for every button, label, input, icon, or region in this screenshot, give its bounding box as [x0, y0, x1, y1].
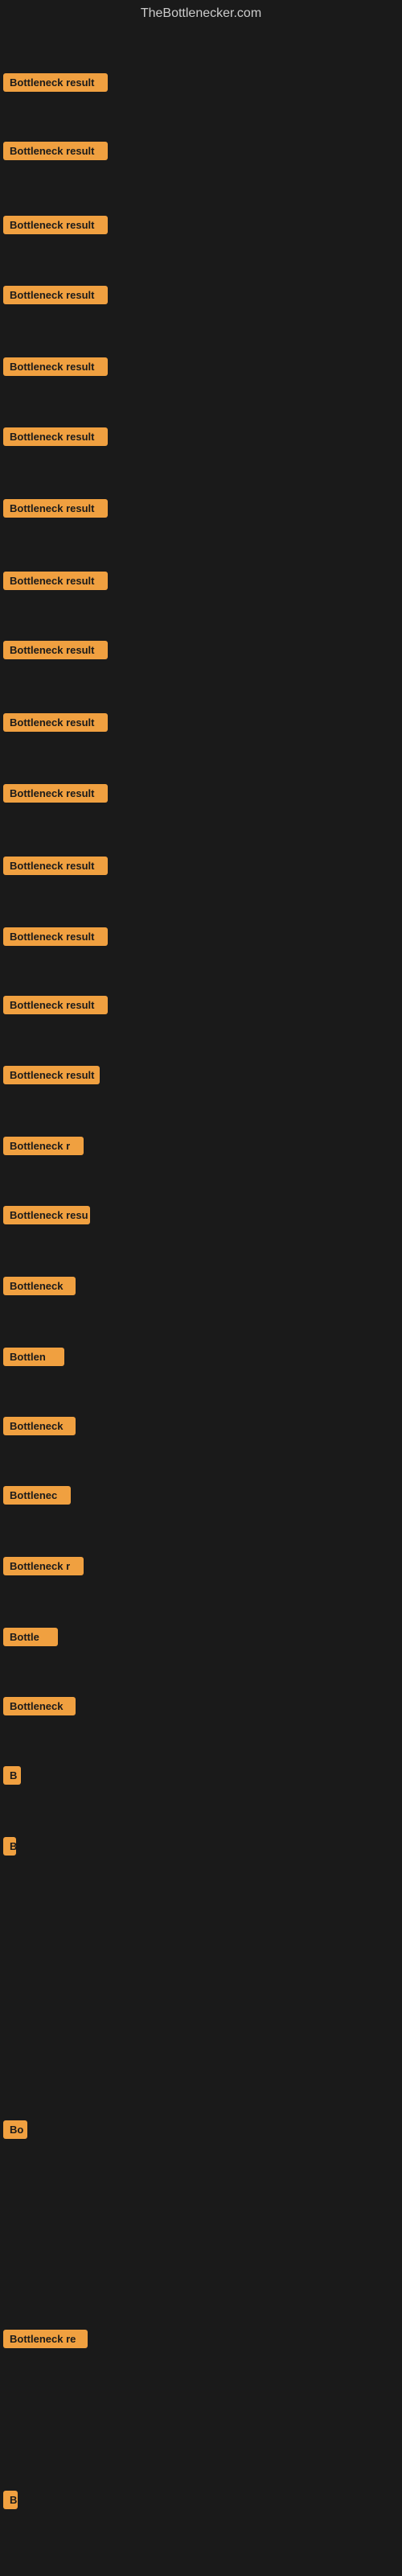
bottleneck-badge[interactable]: Bottleneck result — [3, 357, 108, 376]
result-row: Bottleneck result — [3, 927, 108, 950]
bottleneck-badge[interactable]: Bottleneck result — [3, 857, 108, 875]
result-row: B — [3, 1766, 21, 1789]
result-row: Bottle — [3, 1628, 58, 1650]
bottleneck-badge[interactable]: B — [3, 1766, 21, 1785]
result-row: Bottleneck result — [3, 286, 108, 308]
bottleneck-badge[interactable]: Bottleneck re — [3, 2330, 88, 2348]
bottleneck-badge[interactable]: Bottleneck result — [3, 641, 108, 659]
bottleneck-badge[interactable]: Bottle — [3, 1628, 58, 1646]
bottleneck-badge[interactable]: B — [3, 1837, 16, 1856]
result-row: Bottleneck result — [3, 73, 108, 96]
bottleneck-badge[interactable]: Bottleneck result — [3, 572, 108, 590]
result-row: B — [3, 1837, 16, 1860]
bottleneck-badge[interactable]: Bottlen — [3, 1348, 64, 1366]
bottleneck-badge[interactable]: Bottleneck r — [3, 1557, 84, 1575]
bottleneck-badge[interactable]: Bottleneck — [3, 1417, 76, 1435]
bottleneck-badge[interactable]: Bottleneck result — [3, 784, 108, 803]
result-row: Bottleneck result — [3, 1066, 100, 1088]
bottleneck-badge[interactable]: Bottleneck r — [3, 1137, 84, 1155]
bottleneck-badge[interactable]: Bottleneck result — [3, 499, 108, 518]
bottleneck-badge[interactable]: Bottleneck result — [3, 996, 108, 1014]
bottleneck-badge[interactable]: Bottleneck result — [3, 427, 108, 446]
result-row: Bottleneck result — [3, 857, 108, 879]
bottleneck-badge[interactable]: Bottleneck — [3, 1697, 76, 1715]
bottleneck-badge[interactable]: Bo — [3, 2120, 27, 2139]
result-row: Bottleneck r — [3, 1137, 84, 1159]
bottleneck-badge[interactable]: Bottleneck result — [3, 1066, 100, 1084]
result-row: Bottleneck result — [3, 357, 108, 380]
result-row: B — [3, 2491, 18, 2513]
result-row: Bottleneck result — [3, 713, 108, 736]
result-row: Bottleneck — [3, 1417, 76, 1439]
bottleneck-badge[interactable]: Bottleneck result — [3, 927, 108, 946]
result-row: Bottleneck result — [3, 572, 108, 594]
result-row: Bottleneck result — [3, 499, 108, 522]
result-row: Bottleneck — [3, 1277, 76, 1299]
result-row: Bo — [3, 2120, 27, 2143]
result-row: Bottleneck re — [3, 2330, 88, 2352]
result-row: Bottleneck resu — [3, 1206, 90, 1228]
result-row: Bottleneck result — [3, 142, 108, 164]
bottleneck-badge[interactable]: Bottleneck result — [3, 286, 108, 304]
bottleneck-badge[interactable]: B — [3, 2491, 18, 2509]
result-row: Bottleneck result — [3, 427, 108, 450]
result-row: Bottleneck result — [3, 784, 108, 807]
result-row: Bottlen — [3, 1348, 64, 1370]
bottleneck-badge[interactable]: Bottleneck result — [3, 713, 108, 732]
result-row: Bottleneck result — [3, 641, 108, 663]
result-row: Bottlenec — [3, 1486, 71, 1509]
result-row: Bottleneck — [3, 1697, 76, 1719]
bottleneck-badge[interactable]: Bottleneck — [3, 1277, 76, 1295]
bottleneck-badge[interactable]: Bottleneck result — [3, 142, 108, 160]
bottleneck-badge[interactable]: Bottleneck result — [3, 216, 108, 234]
bottleneck-badge[interactable]: Bottleneck result — [3, 73, 108, 92]
result-row: Bottleneck result — [3, 216, 108, 238]
site-title: TheBottlenecker.com — [0, 0, 402, 27]
bottleneck-badge[interactable]: Bottlenec — [3, 1486, 71, 1505]
result-row: Bottleneck result — [3, 996, 108, 1018]
result-row: Bottleneck r — [3, 1557, 84, 1579]
bottleneck-badge[interactable]: Bottleneck resu — [3, 1206, 90, 1224]
